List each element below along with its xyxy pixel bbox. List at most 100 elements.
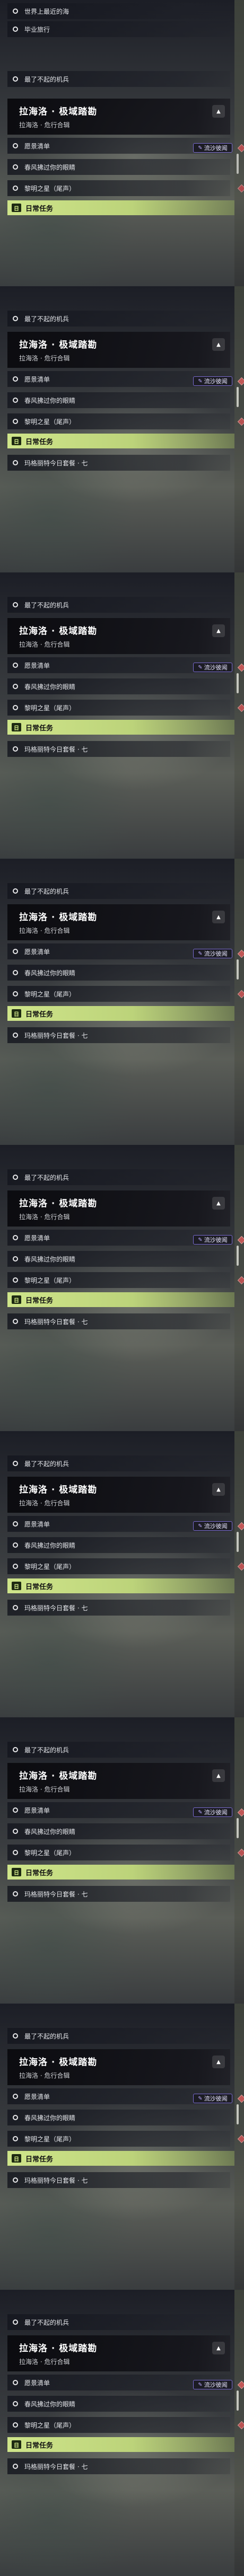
quest-item-margaret-menu[interactable]: 玛格丽特今日套餐 · 七 xyxy=(7,1313,230,1329)
quest-item-margaret-menu[interactable]: 玛格丽特今日套餐 · 七 xyxy=(7,1886,230,1902)
quest-item-margaret-menu[interactable]: 玛格丽特今日套餐 · 七 xyxy=(7,2172,230,2188)
lost-sands-label: 流沙彼闻 xyxy=(204,2095,228,2102)
scroll-indicator[interactable] xyxy=(237,673,239,693)
quest-item-spring-wind[interactable]: 春风拂过你的眼睛 xyxy=(7,2396,230,2412)
quest-item-spring-wind[interactable]: 春风拂过你的眼睛 xyxy=(7,965,230,981)
scroll-indicator[interactable] xyxy=(237,154,239,174)
quest-item-dawn[interactable]: 黎明之星（尾声） xyxy=(7,700,230,716)
quest-item-dawn[interactable]: 黎明之星（尾声） xyxy=(7,1272,230,1288)
daily-tasks-banner[interactable]: 日日常任务 xyxy=(7,434,234,448)
lost-sands-tag[interactable]: ✎ 流沙彼闻 xyxy=(193,2380,232,2389)
lost-sands-tag[interactable]: ✎ 流沙彼闻 xyxy=(193,1521,232,1531)
chevron-up-icon[interactable]: ▲ xyxy=(212,105,225,118)
chevron-up-icon[interactable]: ▲ xyxy=(212,911,225,923)
scroll-indicator[interactable] xyxy=(237,387,239,407)
quest-item-great-engine[interactable]: 最了不起的机兵 xyxy=(7,311,230,327)
radio-circle-icon xyxy=(13,1605,18,1610)
chevron-up-icon[interactable]: ▲ xyxy=(212,2055,225,2068)
quest-group-header[interactable]: 拉海洛 · 极域踏勘 拉海洛 · 危行合辑 ▲ xyxy=(7,332,230,368)
quest-item-graduation[interactable]: 毕业旅行 xyxy=(7,21,230,37)
daily-tasks-banner[interactable]: 日日常任务 xyxy=(7,1578,234,1593)
lost-sands-tag[interactable]: ✎ 流沙彼闻 xyxy=(193,1235,232,1245)
quest-group-header[interactable]: 拉海洛 · 极域踏勘 拉海洛 · 危行合辑 ▲ xyxy=(7,1763,230,1799)
chevron-up-icon[interactable]: ▲ xyxy=(212,624,225,637)
lost-sands-tag[interactable]: ✎ 流沙彼闻 xyxy=(193,1807,232,1817)
chevron-up-icon[interactable]: ▲ xyxy=(212,1483,225,1496)
daily-tasks-banner[interactable]: 日日常任务 xyxy=(7,1865,234,1880)
quest-item-spring-wind[interactable]: 春风拂过你的眼睛 xyxy=(7,2110,230,2125)
quest-item-margaret-menu-label: 玛格丽特今日套餐 · 七 xyxy=(24,2176,88,2184)
quest-item-margaret-menu[interactable]: 玛格丽特今日套餐 · 七 xyxy=(7,1600,230,1616)
quest-group-header[interactable]: 拉海洛 · 极域踏勘 拉海洛 · 危行合辑 ▲ xyxy=(7,1190,230,1227)
quest-group-header[interactable]: 拉海洛 · 极域踏勘 拉海洛 · 危行合辑 ▲ xyxy=(7,2049,230,2085)
chevron-up-icon[interactable]: ▲ xyxy=(212,338,225,351)
chevron-up-icon[interactable]: ▲ xyxy=(212,2342,225,2354)
quest-panel-frame: 世界上最近的海 毕业旅行 最了不起的机兵 拉海洛 · 极域踏勘 拉海洛 · 危行合辑 ▲ 愿… xyxy=(0,0,244,286)
lost-sands-tag[interactable]: ✎ 流沙彼闻 xyxy=(193,949,232,958)
quest-group-title: 拉海洛 · 极域踏勘 xyxy=(19,1771,98,1781)
quest-group-header[interactable]: 拉海洛 · 极域踏勘 拉海洛 · 危行合辑 ▲ xyxy=(7,618,230,654)
daily-tasks-banner[interactable]: 日日常任务 xyxy=(7,1292,234,1307)
quest-item-great-engine[interactable]: 最了不起的机兵 xyxy=(7,2314,230,2330)
quest-item-spring-wind[interactable]: 春风拂过你的眼睛 xyxy=(7,392,230,408)
quest-group-header[interactable]: 拉海洛 · 极域踏勘 拉海洛 · 危行合辑 ▲ xyxy=(7,904,230,940)
daily-tasks-banner[interactable]: 日日常任务 xyxy=(7,1006,234,1021)
quest-item-spring-wind-label: 春风拂过你的眼睛 xyxy=(24,1255,76,1263)
quest-item-great-engine[interactable]: 最了不起的机兵 xyxy=(7,1169,230,1185)
scroll-indicator[interactable] xyxy=(237,2390,239,2411)
quest-item-dawn[interactable]: 黎明之星（尾声） xyxy=(7,413,230,429)
quest-item-dawn[interactable]: 黎明之星（尾声） xyxy=(7,2417,230,2433)
scroll-indicator[interactable] xyxy=(237,1818,239,1838)
quest-item-great-engine[interactable]: 最了不起的机兵 xyxy=(7,71,230,87)
radio-circle-icon xyxy=(13,1319,18,1324)
scroll-indicator[interactable] xyxy=(237,2104,239,2124)
quest-item-great-engine[interactable]: 最了不起的机兵 xyxy=(7,597,230,613)
quest-item-margaret-menu[interactable]: 玛格丽特今日套餐 · 七 xyxy=(7,741,230,757)
chevron-up-icon[interactable]: ▲ xyxy=(212,1197,225,1210)
quest-item-spring-wind[interactable]: 春风拂过你的眼睛 xyxy=(7,1251,230,1267)
quest-item-margaret-menu[interactable]: 玛格丽特今日套餐 · 七 xyxy=(7,455,230,471)
calendar-icon: 日 xyxy=(12,2154,21,2163)
diamond-marker-icon xyxy=(237,377,244,386)
chevron-up-icon[interactable]: ▲ xyxy=(212,1769,225,1782)
diamond-marker-icon xyxy=(237,2380,244,2389)
quest-item-margaret-menu-label: 玛格丽特今日套餐 · 七 xyxy=(24,459,88,467)
lost-sands-tag[interactable]: ✎ 流沙彼闻 xyxy=(193,143,232,153)
quest-item-great-engine[interactable]: 最了不起的机兵 xyxy=(7,1455,230,1471)
radio-circle-icon xyxy=(13,1891,18,1896)
quest-item-dawn[interactable]: 黎明之星（尾声） xyxy=(7,2131,230,2147)
quest-item-great-engine[interactable]: 最了不起的机兵 xyxy=(7,1742,230,1758)
daily-tasks-banner[interactable]: 日日常任务 xyxy=(7,2151,234,2166)
quest-item-spring-wind[interactable]: 春风拂过你的眼睛 xyxy=(7,1823,230,1839)
quest-item-margaret-menu[interactable]: 玛格丽特今日套餐 · 七 xyxy=(7,1027,230,1043)
quest-group-header[interactable]: 拉海洛 · 极域踏勘 拉海洛 · 危行合辑 ▲ xyxy=(7,1477,230,1513)
diamond-marker-icon xyxy=(237,1522,244,1531)
lost-sands-tag[interactable]: ✎ 流沙彼闻 xyxy=(193,376,232,386)
diamond-marker-icon xyxy=(237,2094,244,2103)
quest-item-dawn[interactable]: 黎明之星（尾声） xyxy=(7,1845,230,1860)
quest-group-header[interactable]: 拉海洛 · 极域踏勘 拉海洛 · 危行合辑 ▲ xyxy=(7,2335,230,2371)
daily-tasks-banner[interactable]: 日日常任务 xyxy=(7,2437,234,2452)
quest-item-great-engine[interactable]: 最了不起的机兵 xyxy=(7,883,230,899)
quest-item-dawn[interactable]: 黎明之星（尾声） xyxy=(7,180,230,196)
quest-item-dawn-label: 黎明之星（尾声） xyxy=(24,990,76,998)
daily-tasks-banner[interactable]: 日日常任务 xyxy=(7,200,234,215)
quest-item-dawn[interactable]: 黎明之星（尾声） xyxy=(7,986,230,1002)
quest-group-header[interactable]: 拉海洛 · 极域踏勘 拉海洛 · 危行合辑 ▲ xyxy=(7,99,230,135)
lost-sands-tag[interactable]: ✎ 流沙彼闻 xyxy=(193,2094,232,2103)
quest-item-margaret-menu[interactable]: 玛格丽特今日套餐 · 七 xyxy=(7,2458,230,2474)
quest-item-spring-wind[interactable]: 春风拂过你的眼睛 xyxy=(7,159,230,175)
quest-item-dawn[interactable]: 黎明之星（尾声） xyxy=(7,1558,230,1574)
quest-item-wish-list-label: 愿景清单 xyxy=(24,2379,50,2387)
quest-item-great-engine[interactable]: 最了不起的机兵 xyxy=(7,2028,230,2044)
scroll-indicator[interactable] xyxy=(237,1532,239,1552)
lost-sands-tag[interactable]: ✎ 流沙彼闻 xyxy=(193,663,232,672)
quest-item-world-sea[interactable]: 世界上最近的海 xyxy=(7,3,230,19)
quest-item-wish-list-label: 愿景清单 xyxy=(24,1234,50,1242)
quest-item-spring-wind[interactable]: 春风拂过你的眼睛 xyxy=(7,678,230,694)
scroll-indicator[interactable] xyxy=(237,959,239,980)
quest-group-subtitle: 拉海洛 · 危行合辑 xyxy=(19,1213,70,1221)
scroll-indicator[interactable] xyxy=(237,1246,239,1266)
quest-item-spring-wind[interactable]: 春风拂过你的眼睛 xyxy=(7,1537,230,1553)
daily-tasks-banner[interactable]: 日日常任务 xyxy=(7,720,234,735)
